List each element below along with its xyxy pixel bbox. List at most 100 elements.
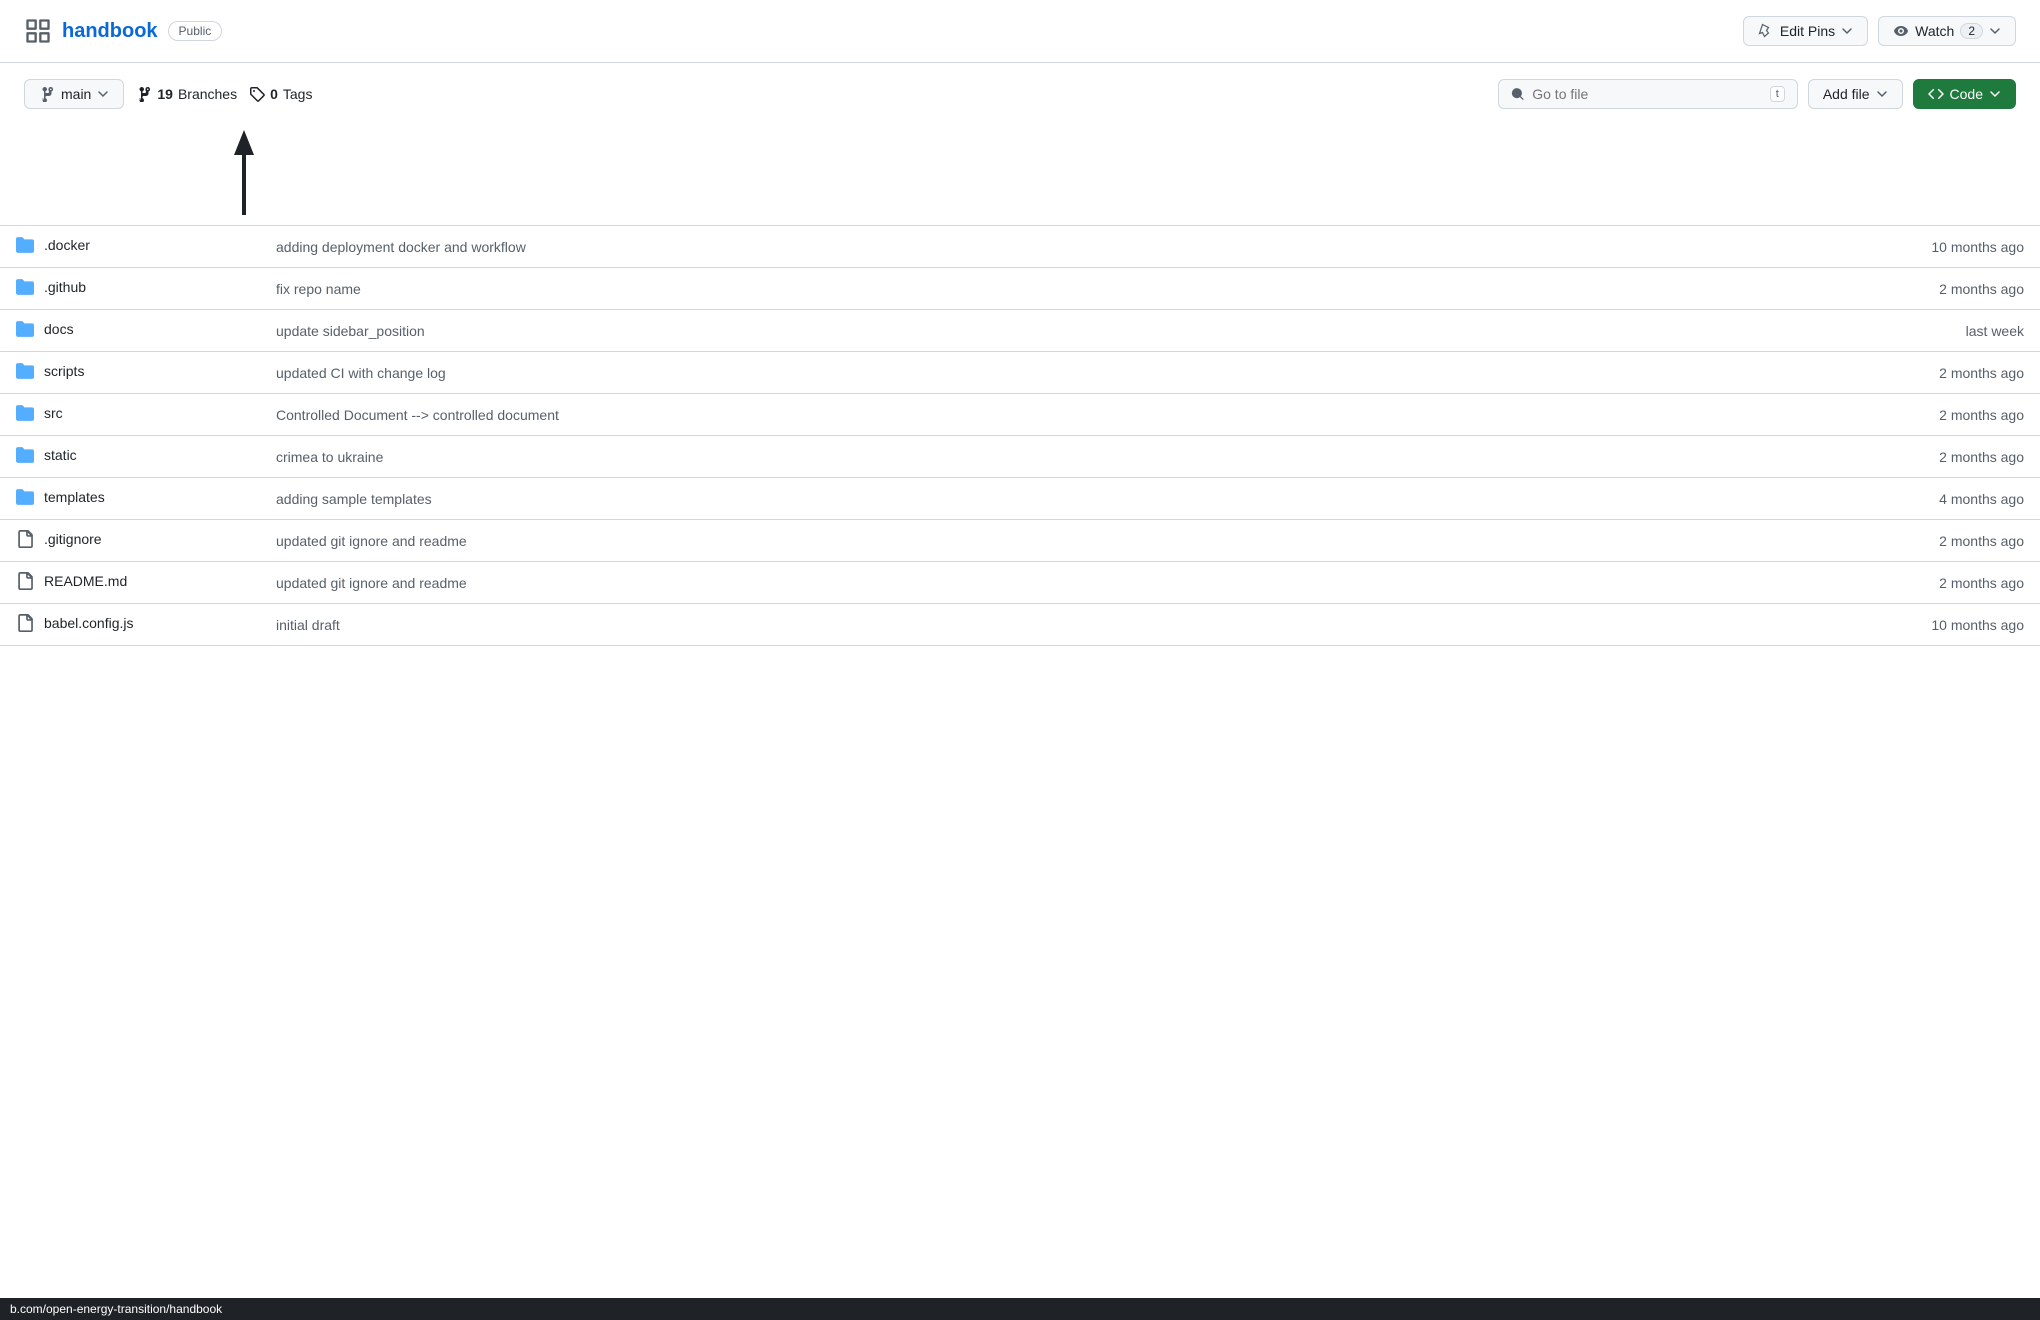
file-name: .docker: [44, 237, 90, 253]
commit-time: last week: [1860, 310, 2040, 352]
tags-count: 0: [270, 86, 278, 102]
file-name: README.md: [44, 573, 127, 589]
repo-icon: [24, 17, 52, 45]
folder-icon: [16, 488, 34, 506]
arrow-svg: [214, 125, 274, 225]
branches-count: 19: [157, 86, 173, 102]
commit-message: updated git ignore and readme: [260, 562, 1860, 604]
table-row: .docker adding deployment docker and wor…: [0, 226, 2040, 268]
search-icon: [1511, 86, 1524, 102]
file-link[interactable]: babel.config.js: [16, 614, 134, 632]
header-left: handbook Public: [24, 17, 222, 45]
edit-pins-label: Edit Pins: [1780, 23, 1835, 39]
file-table: .docker adding deployment docker and wor…: [0, 225, 2040, 646]
file-name: .gitignore: [44, 531, 102, 547]
watch-label: Watch: [1915, 23, 1954, 39]
folder-icon: [16, 362, 34, 380]
file-link[interactable]: templates: [16, 488, 105, 506]
branch-icon: [39, 86, 55, 102]
file-link[interactable]: .github: [16, 278, 86, 296]
branch-chevron-icon: [97, 88, 109, 100]
table-row: scripts updated CI with change log 2 mon…: [0, 352, 2040, 394]
arrow-annotation: [24, 125, 2040, 225]
file-name: src: [44, 405, 63, 421]
add-file-label: Add file: [1823, 86, 1870, 102]
branch-selector[interactable]: main: [24, 79, 124, 109]
file-link[interactable]: README.md: [16, 572, 127, 590]
commit-time: 2 months ago: [1860, 562, 2040, 604]
file-icon: [16, 614, 34, 632]
pin-icon: [1758, 23, 1774, 39]
search-input[interactable]: [1532, 86, 1762, 102]
code-label: Code: [1950, 86, 1983, 102]
folder-icon: [16, 446, 34, 464]
file-link[interactable]: .docker: [16, 236, 90, 254]
file-icon: [16, 572, 34, 590]
branches-icon: [136, 86, 152, 102]
commit-time: 2 months ago: [1860, 352, 2040, 394]
table-row: .github fix repo name 2 months ago: [0, 268, 2040, 310]
commit-message: adding deployment docker and workflow: [260, 226, 1860, 268]
repo-name[interactable]: handbook: [62, 20, 158, 43]
status-url: b.com/open-energy-transition/handbook: [10, 1302, 222, 1316]
folder-icon: [16, 320, 34, 338]
tag-icon: [249, 86, 265, 102]
commit-time: 2 months ago: [1860, 268, 2040, 310]
table-row: docs update sidebar_position last week: [0, 310, 2040, 352]
header-right: Edit Pins Watch 2: [1743, 16, 2016, 46]
chevron-down-icon-watch: [1989, 25, 2001, 37]
file-name: docs: [44, 321, 74, 337]
file-name: .github: [44, 279, 86, 295]
commit-time: 2 months ago: [1860, 394, 2040, 436]
folder-icon: [16, 278, 34, 296]
eye-icon: [1893, 23, 1909, 39]
commit-time: 10 months ago: [1860, 604, 2040, 646]
file-link[interactable]: .gitignore: [16, 530, 102, 548]
commit-time: 2 months ago: [1860, 520, 2040, 562]
add-file-button[interactable]: Add file: [1808, 79, 1903, 109]
file-link[interactable]: docs: [16, 320, 74, 338]
file-name: templates: [44, 489, 105, 505]
code-chevron-icon: [1989, 88, 2001, 100]
code-icon: [1928, 86, 1944, 102]
code-button[interactable]: Code: [1913, 79, 2016, 109]
toolbar-right: t Add file Code: [1498, 79, 2016, 109]
search-kbd: t: [1770, 86, 1785, 102]
table-row: babel.config.js initial draft 10 months …: [0, 604, 2040, 646]
file-link[interactable]: src: [16, 404, 63, 422]
toolbar-left: main 19 Branches 0 Tags: [24, 79, 312, 109]
file-name: scripts: [44, 363, 84, 379]
status-bar: b.com/open-energy-transition/handbook: [0, 1298, 2040, 1320]
toolbar: main 19 Branches 0 Tags t: [0, 63, 2040, 125]
commit-message: Controlled Document --> controlled docum…: [260, 394, 1860, 436]
branches-link[interactable]: 19 Branches: [136, 86, 237, 102]
tags-label: Tags: [283, 86, 313, 102]
table-row: static crimea to ukraine 2 months ago: [0, 436, 2040, 478]
commit-time: 10 months ago: [1860, 226, 2040, 268]
file-link[interactable]: static: [16, 446, 77, 464]
file-name: static: [44, 447, 77, 463]
edit-pins-button[interactable]: Edit Pins: [1743, 16, 1868, 46]
search-box[interactable]: t: [1498, 79, 1798, 109]
commit-message: update sidebar_position: [260, 310, 1860, 352]
commit-message: updated CI with change log: [260, 352, 1860, 394]
visibility-badge: Public: [168, 21, 223, 41]
table-row: .gitignore updated git ignore and readme…: [0, 520, 2040, 562]
watch-button[interactable]: Watch 2: [1878, 16, 2016, 46]
file-icon: [16, 530, 34, 548]
table-row: src Controlled Document --> controlled d…: [0, 394, 2040, 436]
watch-count-badge: 2: [1960, 23, 1983, 39]
commit-time: 4 months ago: [1860, 478, 2040, 520]
commit-message: initial draft: [260, 604, 1860, 646]
commit-message: updated git ignore and readme: [260, 520, 1860, 562]
chevron-down-icon: [1841, 25, 1853, 37]
folder-icon: [16, 404, 34, 422]
tags-link[interactable]: 0 Tags: [249, 86, 312, 102]
commit-time: 2 months ago: [1860, 436, 2040, 478]
branches-label: Branches: [178, 86, 237, 102]
branch-name: main: [61, 86, 91, 102]
commit-message: adding sample templates: [260, 478, 1860, 520]
commit-message: crimea to ukraine: [260, 436, 1860, 478]
file-link[interactable]: scripts: [16, 362, 84, 380]
folder-icon: [16, 236, 34, 254]
